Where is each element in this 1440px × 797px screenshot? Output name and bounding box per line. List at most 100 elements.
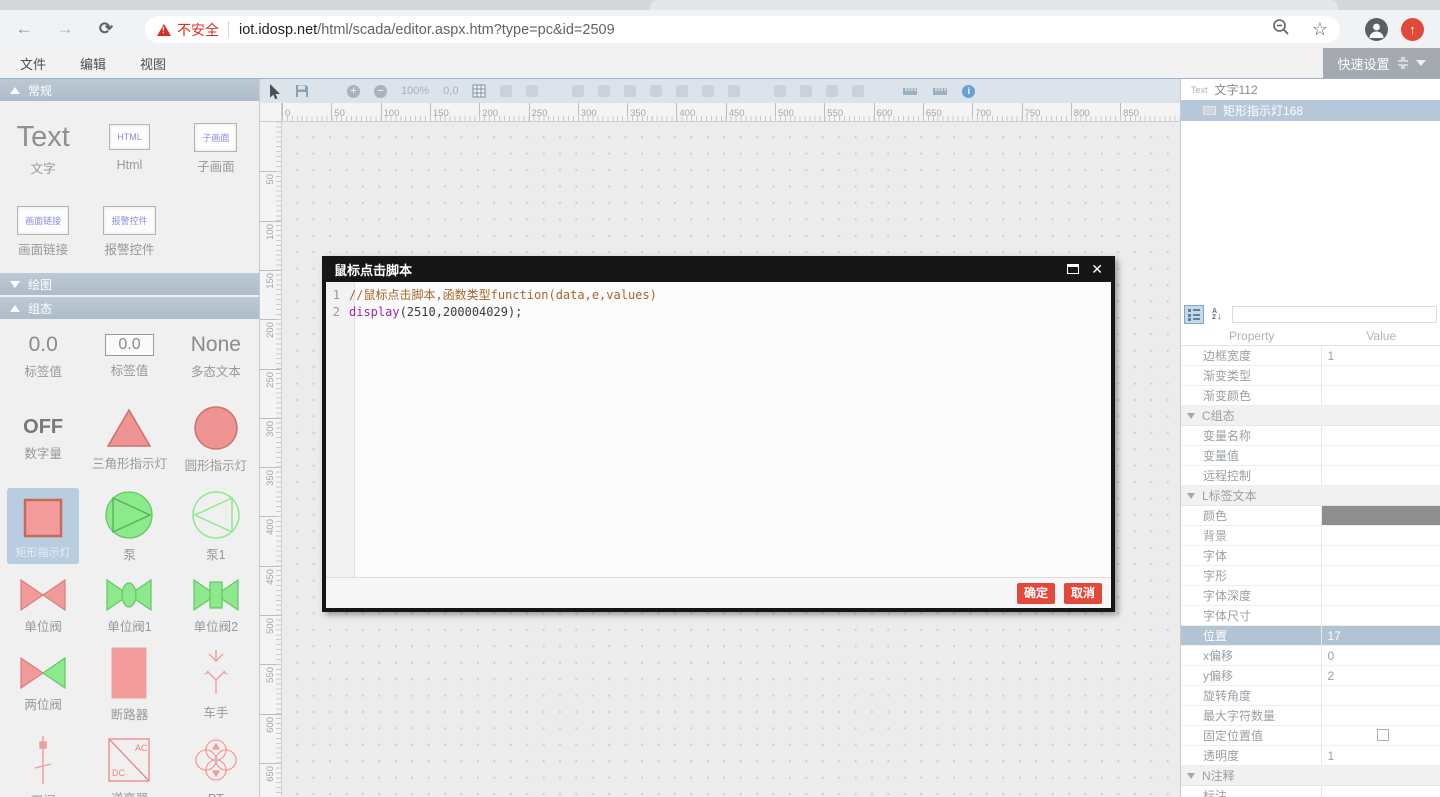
url-text[interactable]: iot.idosp.net/html/scada/editor.aspx.htm… xyxy=(239,22,1264,38)
property-value[interactable] xyxy=(1322,366,1440,385)
palette-item-triangle-indicator[interactable]: 三角形指示灯 xyxy=(86,393,172,485)
palette-item-unit-valve[interactable]: 单位阀 xyxy=(0,567,86,645)
property-row-14[interactable]: 位置17 xyxy=(1181,626,1440,646)
dialog-title-bar[interactable]: 鼠标点击脚本 xyxy=(326,256,1111,282)
section-header-config[interactable]: 组态 xyxy=(0,297,259,319)
collapse-icon[interactable] xyxy=(1187,413,1195,419)
property-row-16[interactable]: y偏移2 xyxy=(1181,666,1440,686)
browser-update-icon[interactable] xyxy=(1401,18,1424,41)
palette-item-label-value-box[interactable]: 0.0 标签值 xyxy=(86,319,172,393)
layer-item-rect-indicator168[interactable]: 矩形指示灯168 xyxy=(1181,100,1440,121)
property-value[interactable] xyxy=(1322,506,1440,525)
palette-item-html[interactable]: HTML Html xyxy=(86,101,172,196)
browser-active-tab[interactable] xyxy=(650,0,1338,10)
code-editor[interactable]: 1 //鼠标点击脚本,函数类型function(data,e,values) 2… xyxy=(326,282,1111,577)
property-value[interactable]: 2 xyxy=(1322,666,1440,685)
section-header-drawing[interactable]: 绘图 xyxy=(0,273,259,295)
select-tool-icon[interactable] xyxy=(269,84,281,99)
palette-item-digital[interactable]: OFF 数字量 xyxy=(0,393,86,485)
property-value[interactable] xyxy=(1322,566,1440,585)
property-value[interactable] xyxy=(1322,546,1440,565)
cancel-button[interactable]: 取消 xyxy=(1064,583,1102,604)
property-value[interactable] xyxy=(1322,606,1440,625)
zoom-out-icon[interactable] xyxy=(374,85,387,98)
property-filter-input[interactable] xyxy=(1232,306,1437,323)
ok-button[interactable]: 确定 xyxy=(1017,583,1055,604)
property-value[interactable]: 0 xyxy=(1322,646,1440,665)
quick-settings[interactable]: 快速设置 xyxy=(1323,48,1440,78)
property-group-7[interactable]: L标签文本 xyxy=(1181,486,1440,506)
palette-item-pump[interactable]: 泵 xyxy=(86,485,172,567)
dropdown-caret-icon[interactable] xyxy=(1416,60,1426,66)
property-row-6[interactable]: 远程控制 xyxy=(1181,466,1440,486)
menu-file[interactable]: 文件 xyxy=(20,54,46,73)
code-line[interactable]: 1 //鼠标点击脚本,函数类型function(data,e,values) xyxy=(326,287,1111,304)
property-row-4[interactable]: 变量名称 xyxy=(1181,426,1440,446)
property-value[interactable]: 17 xyxy=(1322,626,1440,645)
property-value[interactable] xyxy=(1322,586,1440,605)
property-row-19[interactable]: 固定位置值 xyxy=(1181,726,1440,746)
property-value[interactable] xyxy=(1322,426,1440,445)
palette-item-label-value[interactable]: 0.0 标签值 xyxy=(0,319,86,393)
palette-item-subscreen[interactable]: 子画面 子画面 xyxy=(173,101,259,196)
categorize-icon[interactable] xyxy=(1184,305,1204,324)
palette-item-pump1[interactable]: 泵1 xyxy=(173,485,259,567)
property-value[interactable] xyxy=(1322,446,1440,465)
grid-icon[interactable] xyxy=(472,84,486,98)
property-row-10[interactable]: 字体 xyxy=(1181,546,1440,566)
property-row-12[interactable]: 字体深度 xyxy=(1181,586,1440,606)
zoom-out-page-icon[interactable] xyxy=(1272,18,1290,41)
palette-item-knife-switch[interactable]: 刀闸 xyxy=(0,723,86,797)
property-row-5[interactable]: 变量值 xyxy=(1181,446,1440,466)
property-row-9[interactable]: 背景 xyxy=(1181,526,1440,546)
collapse-icon[interactable] xyxy=(1397,57,1409,69)
bookmark-star-icon[interactable] xyxy=(1312,19,1328,40)
property-value[interactable]: 1 xyxy=(1322,346,1440,365)
forward-icon[interactable] xyxy=(55,19,75,39)
maximize-icon[interactable] xyxy=(1067,264,1079,274)
property-value[interactable] xyxy=(1322,706,1440,725)
property-row-1[interactable]: 渐变类型 xyxy=(1181,366,1440,386)
ruler-horizontal-icon[interactable] xyxy=(902,85,918,97)
save-icon[interactable] xyxy=(295,84,309,98)
property-value[interactable] xyxy=(1322,726,1440,745)
sort-az-icon[interactable] xyxy=(1207,305,1227,324)
palette-item-pt[interactable]: PT xyxy=(173,723,259,797)
profile-avatar[interactable] xyxy=(1365,18,1388,41)
ruler-vertical-icon[interactable] xyxy=(932,85,948,97)
property-row-8[interactable]: 颜色 xyxy=(1181,506,1440,526)
menu-edit[interactable]: 编辑 xyxy=(80,54,106,73)
url-bar[interactable]: 不安全 iot.idosp.net/html/scada/editor.aspx… xyxy=(145,16,1340,43)
palette-item-two-way-valve[interactable]: 两位阀 xyxy=(0,645,86,723)
collapse-icon[interactable] xyxy=(1187,773,1195,779)
color-swatch[interactable] xyxy=(1322,506,1440,525)
property-row-22[interactable]: 标注 xyxy=(1181,786,1440,797)
property-value[interactable] xyxy=(1322,386,1440,405)
property-row-11[interactable]: 字形 xyxy=(1181,566,1440,586)
code-line[interactable]: 2 display (2510,200004029); xyxy=(326,304,1111,321)
collapse-icon[interactable] xyxy=(1187,493,1195,499)
checkbox[interactable] xyxy=(1377,729,1389,741)
palette-item-breaker[interactable]: 断路器 xyxy=(86,645,172,723)
property-row-13[interactable]: 字体尺寸 xyxy=(1181,606,1440,626)
back-icon[interactable] xyxy=(14,19,34,39)
property-row-20[interactable]: 透明度1 xyxy=(1181,746,1440,766)
palette-item-unit-valve2[interactable]: 单位阀2 xyxy=(173,567,259,645)
property-row-17[interactable]: 旋转角度 xyxy=(1181,686,1440,706)
palette-item-multistate-text[interactable]: None 多态文本 xyxy=(173,319,259,393)
palette-item-inverter[interactable]: ACDC 逆变器 xyxy=(86,723,172,797)
palette-item-unit-valve1[interactable]: 单位阀1 xyxy=(86,567,172,645)
property-value[interactable] xyxy=(1322,526,1440,545)
property-group-21[interactable]: N注释 xyxy=(1181,766,1440,786)
info-icon[interactable] xyxy=(962,85,975,98)
property-value[interactable]: 1 xyxy=(1322,746,1440,765)
property-group-3[interactable]: C组态 xyxy=(1181,406,1440,426)
property-value[interactable] xyxy=(1322,686,1440,705)
property-row-0[interactable]: 边框宽度1 xyxy=(1181,346,1440,366)
property-row-2[interactable]: 渐变颜色 xyxy=(1181,386,1440,406)
palette-item-text[interactable]: Text 文字 xyxy=(0,101,86,196)
property-row-15[interactable]: x偏移0 xyxy=(1181,646,1440,666)
layer-item-text112[interactable]: Text 文字112 xyxy=(1181,79,1440,100)
section-header-general[interactable]: 常规 xyxy=(0,79,259,101)
close-icon[interactable] xyxy=(1091,261,1103,278)
